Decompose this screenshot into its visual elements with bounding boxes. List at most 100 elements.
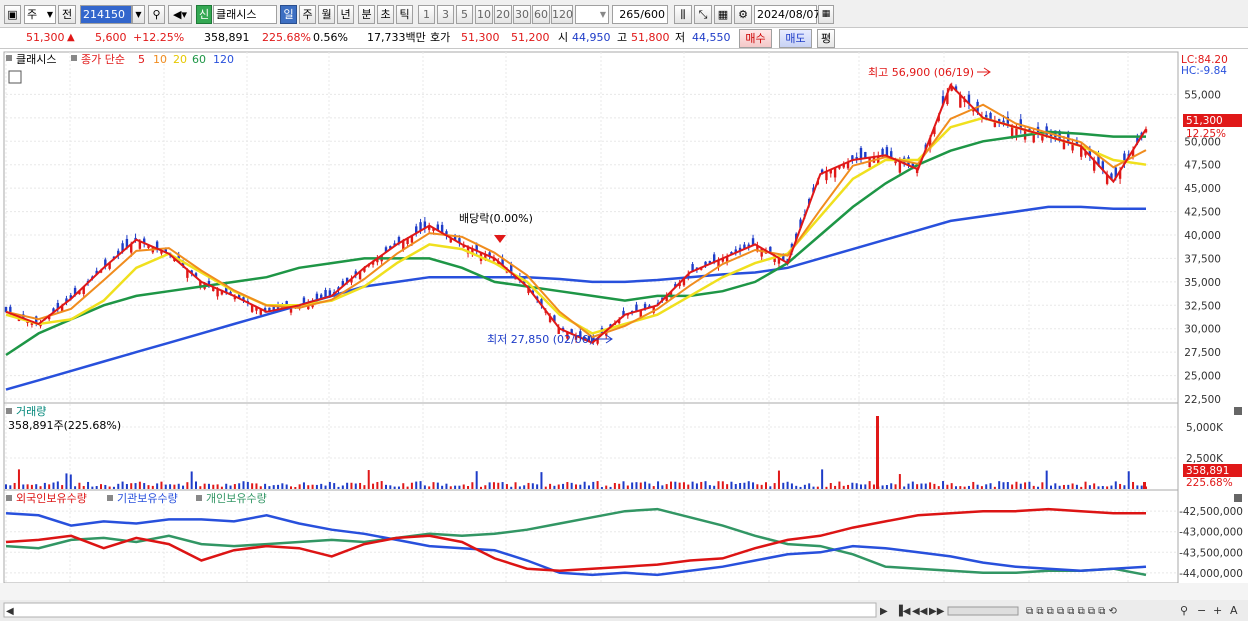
volume-bar <box>454 485 457 489</box>
volume-bar <box>708 485 711 489</box>
count-field[interactable]: 265/600 <box>612 5 668 24</box>
holdings-tick-label: -44,000,000 <box>1179 568 1243 580</box>
period-tab-month[interactable]: 월 <box>318 5 335 24</box>
volume-bar <box>169 484 172 489</box>
volume-bar <box>631 482 634 489</box>
volume-bar <box>423 485 426 489</box>
scroll-left-icon[interactable]: ◀ <box>6 606 14 617</box>
horizontal-scrollbar[interactable] <box>3 602 877 618</box>
volume-bar <box>803 484 806 489</box>
legend-stock-name: 클래시스 <box>16 53 56 66</box>
code-input[interactable]: 214150 <box>80 5 132 24</box>
toolbar: ▣ 주 ▼ 전 214150 ▼ ⚲ ◀▾ 신 클래시스 일 주 월 년 분 초 … <box>0 0 1248 28</box>
volume-bar <box>1019 483 1022 489</box>
volume-bar <box>432 482 435 489</box>
interval-3[interactable]: 3 <box>437 5 454 24</box>
volume-bar <box>851 482 854 489</box>
interval-custom-select[interactable]: ▼ <box>575 5 609 24</box>
interval-120[interactable]: 120 <box>551 5 573 24</box>
y-tick-label: 25,000 <box>1184 371 1221 383</box>
candle-body <box>833 167 837 178</box>
volume-bar <box>350 482 353 489</box>
chart-tools-icons[interactable]: ⧉ ⧉ ⧉ ⧉ ⧉ ⧉ ⧉ ⧉ ⟲ <box>1026 606 1118 617</box>
scroll-next-icon[interactable]: ▶▶ <box>929 606 945 617</box>
panel-close-icon[interactable] <box>1234 494 1242 502</box>
volume-bar <box>449 486 452 489</box>
volume-bar <box>777 470 780 489</box>
scroll-prev-icon[interactable]: ◀◀ <box>912 606 928 617</box>
scroll-right-icon[interactable]: ▶ <box>880 606 888 617</box>
gear-icon[interactable]: ⚙ <box>734 5 752 24</box>
zoom-slider[interactable] <box>947 606 1019 616</box>
volume-bar <box>812 486 815 489</box>
minus-icon[interactable]: − <box>1197 604 1206 617</box>
eval-button[interactable]: 평 <box>817 29 835 48</box>
volume-bar <box>765 482 767 489</box>
code-dropdown-icon[interactable]: ▼ <box>132 5 145 24</box>
zoom-out-icon[interactable]: ⚲ <box>1180 604 1188 617</box>
volume-bar <box>255 483 258 489</box>
volume-bar <box>583 481 586 489</box>
period-tab-second[interactable]: 초 <box>377 5 394 24</box>
auto-scale-icon[interactable]: A <box>1230 604 1238 617</box>
stock-chart[interactable]: 22,500 25,000 27,500 30,000 32,500 35,000 37,5… <box>0 49 1248 621</box>
interval-5[interactable]: 5 <box>456 5 473 24</box>
period-tab-tick[interactable]: 틱 <box>396 5 413 24</box>
stock-name-field[interactable]: 클래시스 <box>213 5 277 24</box>
mode-button[interactable]: 전 <box>58 5 76 24</box>
volume-bar <box>967 485 970 489</box>
sell-button[interactable]: 매도 <box>779 29 812 48</box>
scroll-first-icon[interactable]: ▐◀ <box>895 604 911 617</box>
volume-bar <box>549 483 552 489</box>
ask-price: 51,300 <box>461 31 500 44</box>
volume-bar <box>419 481 422 489</box>
volume-bar <box>1080 486 1083 489</box>
y-tick-label: 30,000 <box>1184 324 1221 336</box>
volume-tag-text: 358,891 <box>1186 465 1229 477</box>
y-tick-label: 35,000 <box>1184 277 1221 289</box>
volume-bar <box>203 483 206 489</box>
tools-icon[interactable]: ▦ <box>714 5 732 24</box>
volume-bar <box>704 481 707 489</box>
volume-bar <box>147 485 150 489</box>
indicator-icon[interactable]: ⤡ <box>694 5 712 24</box>
volume-bar <box>61 485 64 489</box>
layout-icon[interactable]: ▣ <box>4 5 21 24</box>
search-icon[interactable]: ⚲ <box>148 5 165 24</box>
panel-close-icon[interactable] <box>1234 407 1242 415</box>
new-listing-badge: 신 <box>196 5 212 24</box>
interval-30[interactable]: 30 <box>513 5 531 24</box>
buy-button[interactable]: 매수 <box>739 29 772 48</box>
interval-20[interactable]: 20 <box>494 5 512 24</box>
speaker-icon[interactable]: ◀▾ <box>168 5 192 24</box>
volume-bar <box>328 481 331 489</box>
volume-bar <box>510 486 513 489</box>
legend-ma-label: 종가 단순 <box>81 53 125 66</box>
period-tab-day[interactable]: 일 <box>280 5 297 24</box>
candle-type-icon[interactable]: ⫼ <box>674 5 692 24</box>
volume-bar <box>324 485 327 489</box>
interval-60[interactable]: 60 <box>532 5 550 24</box>
volume-bar <box>225 483 228 489</box>
plus-icon[interactable]: + <box>1213 604 1222 617</box>
period-tab-week[interactable]: 주 <box>299 5 316 24</box>
legend-square <box>196 495 202 501</box>
date-field[interactable]: 2024/08/07 <box>754 5 820 24</box>
type-select[interactable]: 주 ▼ <box>24 5 56 24</box>
volume-bar <box>523 485 526 489</box>
volume-bar <box>458 485 461 489</box>
period-tab-year[interactable]: 년 <box>337 5 354 24</box>
interval-1[interactable]: 1 <box>418 5 435 24</box>
volume-bar <box>540 472 543 489</box>
volume-bar <box>160 481 163 489</box>
period-tab-minute[interactable]: 분 <box>358 5 375 24</box>
volume-bar <box>195 481 197 489</box>
legend-ma5: 5 <box>138 53 145 66</box>
data-table-icon[interactable] <box>8 70 22 84</box>
calendar-icon[interactable]: ▦ <box>818 5 834 24</box>
interval-10[interactable]: 10 <box>475 5 493 24</box>
legend-ma20: 20 <box>173 53 187 66</box>
volume-bar <box>30 484 33 489</box>
high-label: 고 <box>617 31 628 44</box>
volume-bar <box>575 484 577 489</box>
